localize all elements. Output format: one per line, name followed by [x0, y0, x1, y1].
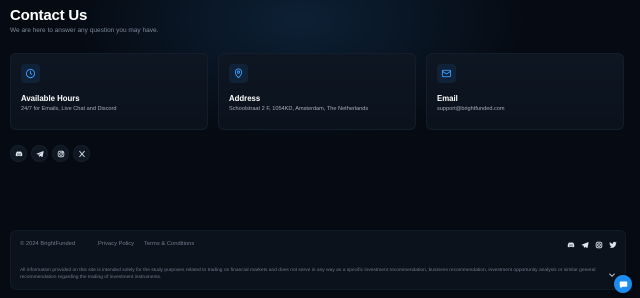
instagram-icon[interactable]: [594, 240, 604, 249]
x-icon[interactable]: [73, 145, 90, 162]
card-text: 24/7 for Emails, Live Chat and Discord: [21, 106, 117, 112]
card-title: Address: [229, 94, 261, 103]
twitter-icon[interactable]: [608, 240, 618, 249]
card-email: Email support@brightfunded.com: [426, 53, 624, 130]
page-subtitle: We are here to answer any question you m…: [10, 27, 159, 34]
page-title: Contact Us: [10, 7, 88, 24]
terms-conditions-link[interactable]: Terms & Conditions: [144, 241, 194, 247]
discord-icon[interactable]: [10, 145, 27, 162]
mail-icon: [437, 64, 456, 83]
telegram-icon[interactable]: [580, 240, 590, 249]
telegram-icon[interactable]: [31, 145, 48, 162]
card-available-hours: Available Hours 24/7 for Emails, Live Ch…: [10, 53, 208, 130]
footer-disclaimer: All information provided on this site is…: [20, 268, 596, 280]
privacy-policy-link[interactable]: Privacy Policy: [98, 241, 134, 247]
location-pin-icon: [229, 64, 248, 83]
chat-widget-button[interactable]: [614, 275, 632, 293]
discord-icon[interactable]: [566, 240, 576, 249]
contact-cards: Available Hours 24/7 for Emails, Live Ch…: [10, 53, 640, 130]
footer-copyright: © 2024 BrightFunded: [20, 241, 76, 247]
chevron-down-icon[interactable]: [608, 266, 616, 277]
instagram-icon[interactable]: [52, 145, 69, 162]
card-text[interactable]: support@brightfunded.com: [437, 106, 505, 112]
footer: © 2024 BrightFunded Privacy Policy Terms…: [10, 230, 626, 290]
card-address: Address Schoolstraat 2 F, 1054KD, Amster…: [218, 53, 416, 130]
card-text: Schoolstraat 2 F, 1054KD, Amsterdam, The…: [229, 106, 369, 112]
chat-icon: [619, 281, 627, 288]
clock-icon: [21, 64, 40, 83]
card-title: Available Hours: [21, 94, 80, 103]
card-title: Email: [437, 94, 458, 103]
